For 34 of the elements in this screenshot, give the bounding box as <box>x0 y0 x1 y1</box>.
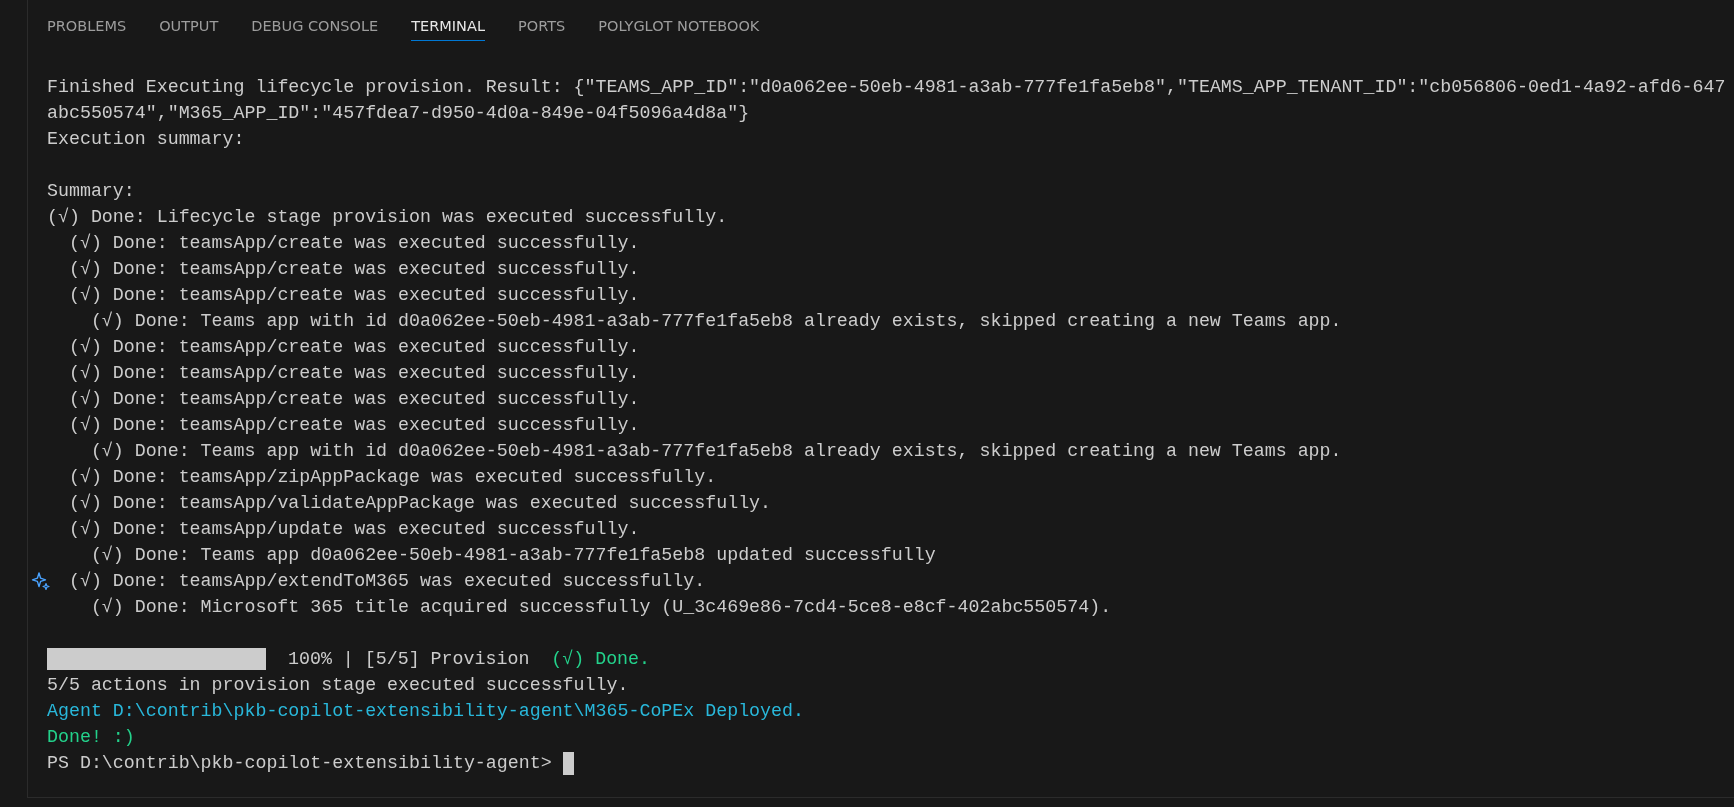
terminal-line: (√) Done: teamsApp/validateAppPackage was executed successfully. <box>67 492 772 515</box>
terminal-line: (√) Done: Microsoft 365 title acquired successfully (U_3c469e86-7cd4-5ce8-e8cf-402abc550574). <box>89 596 1112 619</box>
terminal-line: Agent D:\contrib\pkb-copilot-extensibility-agent\M365-CoPEx Deployed. <box>47 700 805 723</box>
terminal-line: Finished Executing lifecycle provision. Result: {"TEAMS_APP_ID":"d0a062ee-50eb-4981-a3ab-777fe1fa5eb8","TEAMS_APP_TENANT_ID":"cb056806-0ed1-4a92-afd6-647 <box>47 76 1727 99</box>
terminal-line: (√) Done: teamsApp/zipAppPackage was executed successfully. <box>67 466 717 489</box>
terminal-line: Execution summary: <box>47 128 246 151</box>
progress-text: 100% | [5/5] Provision <box>288 648 530 671</box>
terminal-line: (√) Done: teamsApp/create was executed successfully. <box>67 336 640 359</box>
sparkle-icon[interactable] <box>31 571 51 591</box>
terminal-line: (√) Done: Teams app with id d0a062ee-50eb-4981-a3ab-777fe1fa5eb8 already exists, skipped creating a new Teams app. <box>89 310 1342 333</box>
terminal-line: (√) Done: teamsApp/create was executed successfully. <box>67 414 640 437</box>
terminal-line: (√) Done: teamsApp/create was executed successfully. <box>67 284 640 307</box>
terminal-line: (√) Done: teamsApp/extendToM365 was executed successfully. <box>67 570 706 593</box>
terminal-line: Summary: <box>47 180 136 203</box>
panel-tab[interactable]: OUTPUT <box>159 0 219 41</box>
text-cursor <box>562 751 574 775</box>
terminal-line: abc550574","M365_APP_ID":"457fdea7-d950-4d0a-849e-04f5096a4d8a"} <box>47 102 751 125</box>
panel-tab[interactable]: DEBUG CONSOLE <box>251 0 379 41</box>
terminal-line: (√) Done: teamsApp/create was executed successfully. <box>67 362 640 385</box>
terminal-line: (√) Done: Teams app with id d0a062ee-50eb-4981-a3ab-777fe1fa5eb8 already exists, skipped creating a new Teams app. <box>89 440 1342 463</box>
progress-status: (√) Done. <box>551 648 651 671</box>
terminal-line: (√) Done: teamsApp/create was executed successfully. <box>67 232 640 255</box>
panel-tab[interactable]: PROBLEMS <box>47 0 127 41</box>
shell-prompt: PS D:\contrib\pkb-copilot-extensibility-agent> <box>47 752 552 775</box>
panel-tab[interactable]: POLYGLOT NOTEBOOK <box>598 0 760 41</box>
terminal-line: Done! :) <box>47 726 136 749</box>
terminal-line: (√) Done: teamsApp/create was executed successfully. <box>67 388 640 411</box>
terminal-line: (√) Done: teamsApp/create was executed successfully. <box>67 258 640 281</box>
terminal-line: (√) Done: teamsApp/update was executed successfully. <box>67 518 640 541</box>
terminal-line: 5/5 actions in provision stage executed successfully. <box>47 674 630 697</box>
terminal-line: (√) Done: Teams app d0a062ee-50eb-4981-a3ab-777fe1fa5eb8 updated successfully <box>89 544 936 567</box>
terminal-line: (√) Done: Lifecycle stage provision was executed successfully. <box>47 206 728 229</box>
panel-tab[interactable]: TERMINAL <box>411 0 485 41</box>
panel-tab[interactable]: PORTS <box>517 0 566 41</box>
